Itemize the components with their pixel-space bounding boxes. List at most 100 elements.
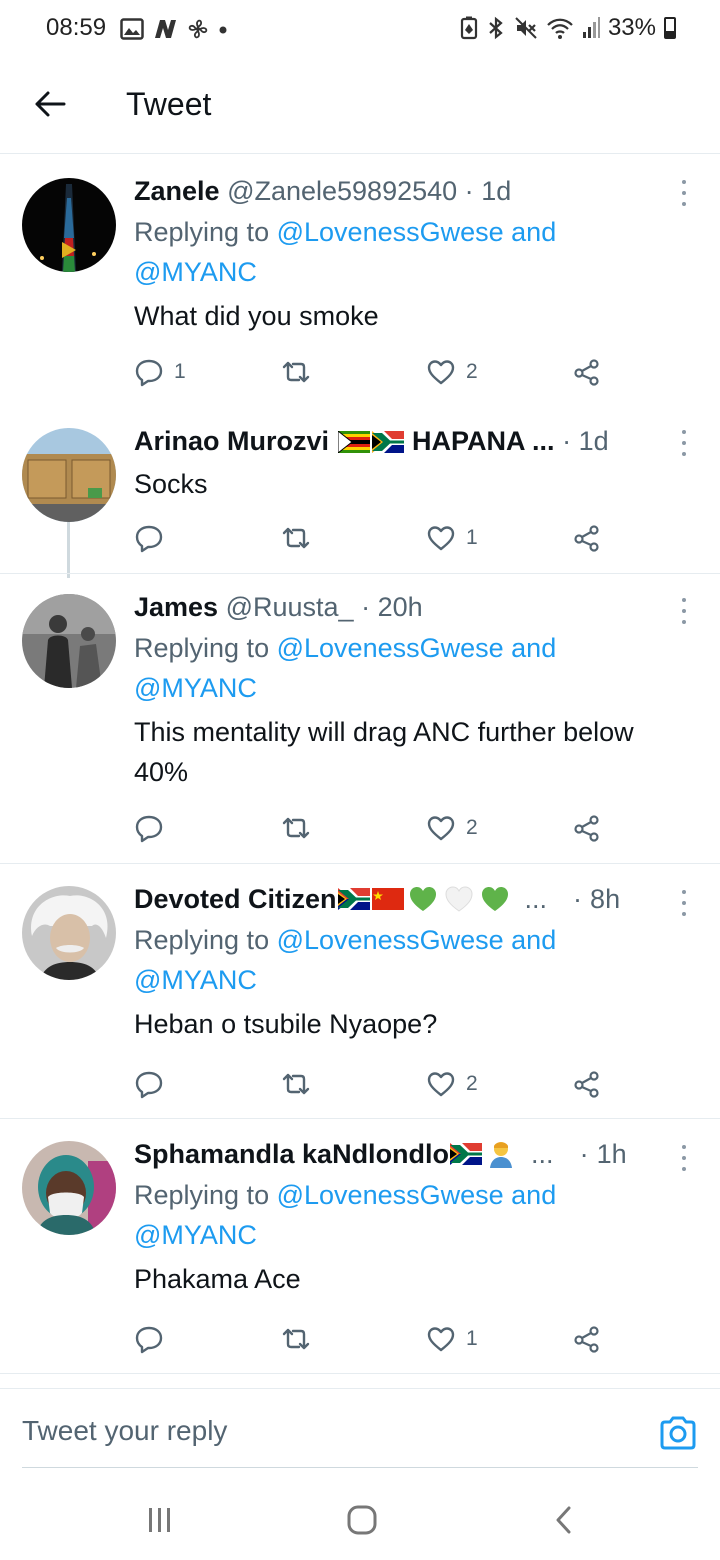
author-handle[interactable]: @Zanele59892540 bbox=[227, 176, 457, 206]
heart-icon bbox=[427, 526, 455, 551]
reply-button[interactable] bbox=[134, 1066, 174, 1102]
share-icon bbox=[574, 1326, 599, 1353]
timestamp[interactable]: 1d bbox=[481, 176, 511, 206]
retweet-button[interactable] bbox=[280, 810, 322, 846]
avatar[interactable] bbox=[22, 1141, 116, 1235]
author-handle[interactable]: @Ruusta_ bbox=[226, 592, 354, 622]
share-button[interactable] bbox=[572, 810, 602, 846]
tweet-actions: 1 bbox=[134, 1321, 614, 1357]
more-options-button[interactable] bbox=[676, 1143, 692, 1173]
timestamp[interactable]: 8h bbox=[590, 882, 620, 916]
tweet-devoted-citizen[interactable]: Devoted Citizen ... · 8h Replying to @Lo… bbox=[0, 864, 720, 1119]
author-name[interactable]: Arinao Murozvi bbox=[134, 426, 329, 456]
mention-link[interactable]: @MYANC bbox=[134, 257, 257, 287]
system-back-button[interactable] bbox=[534, 1500, 594, 1540]
replying-to: Replying to @LovenessGwese and @MYANC bbox=[134, 633, 557, 703]
like-count: 1 bbox=[466, 526, 478, 549]
reply-count: 1 bbox=[174, 360, 186, 383]
reply-button[interactable] bbox=[134, 810, 174, 846]
share-button[interactable] bbox=[572, 1066, 602, 1102]
battery-percent: 33% bbox=[607, 14, 656, 41]
zimbabwe-flag-icon bbox=[337, 431, 370, 453]
tweet-actions: 1 bbox=[134, 520, 614, 556]
retweet-icon bbox=[282, 817, 310, 839]
home-button[interactable] bbox=[332, 1500, 392, 1540]
mention-link[interactable]: @LovenessGwese bbox=[277, 925, 504, 955]
camera-button[interactable] bbox=[658, 1413, 698, 1453]
like-count: 2 bbox=[466, 816, 478, 839]
reply-input[interactable] bbox=[22, 1411, 632, 1451]
timestamp[interactable]: 1d bbox=[579, 426, 609, 456]
share-icon bbox=[574, 359, 599, 386]
like-button[interactable]: 1 bbox=[426, 1321, 478, 1357]
like-button[interactable]: 2 bbox=[426, 1066, 478, 1102]
like-button[interactable]: 2 bbox=[426, 354, 478, 390]
dot-icon bbox=[219, 26, 227, 34]
share-icon bbox=[574, 1071, 599, 1098]
south-africa-flag-icon bbox=[337, 888, 370, 910]
avatar[interactable] bbox=[22, 886, 116, 980]
mention-link[interactable]: @MYANC bbox=[134, 1220, 257, 1250]
tweet-text: Socks bbox=[134, 469, 208, 499]
avatar[interactable] bbox=[22, 594, 116, 688]
share-icon bbox=[574, 525, 599, 552]
share-button[interactable] bbox=[572, 520, 602, 556]
retweet-icon bbox=[282, 361, 310, 383]
reply-button[interactable] bbox=[134, 520, 174, 556]
mention-link[interactable]: @LovenessGwese bbox=[277, 633, 504, 663]
author-name-suffix[interactable]: HAPANA ... bbox=[412, 426, 555, 456]
reply-icon bbox=[135, 1071, 163, 1099]
share-icon bbox=[574, 815, 599, 842]
avatar[interactable] bbox=[22, 428, 116, 522]
tweet-actions: 1 2 bbox=[134, 354, 614, 390]
tweet-james[interactable]: James @Ruusta_ · 20h Replying to @Lovene… bbox=[0, 574, 720, 864]
tweet-actions: 2 bbox=[134, 810, 614, 846]
heart-icon bbox=[427, 1072, 455, 1097]
reply-composer bbox=[0, 1388, 720, 1470]
reply-icon bbox=[135, 1326, 163, 1354]
back-button[interactable] bbox=[28, 82, 72, 126]
mention-link[interactable]: @MYANC bbox=[134, 673, 257, 703]
timestamp[interactable]: 1h bbox=[597, 1137, 627, 1171]
like-button[interactable]: 1 bbox=[426, 520, 478, 556]
share-button[interactable] bbox=[572, 354, 602, 390]
timestamp[interactable]: 20h bbox=[378, 592, 423, 622]
share-button[interactable] bbox=[572, 1321, 602, 1357]
camera-icon bbox=[660, 1416, 696, 1450]
more-options-button[interactable] bbox=[676, 428, 692, 458]
tweet-arinao[interactable]: Arinao Murozvi HAPANA ... · 1d Socks 1 bbox=[0, 404, 720, 574]
separator-dot: · bbox=[464, 176, 474, 206]
retweet-button[interactable] bbox=[280, 354, 322, 390]
tweet-sphamandla[interactable]: Sphamandla kaNdlondlo ... · 1h Replying … bbox=[0, 1119, 720, 1374]
retweet-button[interactable] bbox=[280, 1066, 322, 1102]
person-emoji-icon bbox=[490, 1142, 513, 1168]
recents-icon bbox=[149, 1508, 170, 1532]
mention-link[interactable]: @MYANC bbox=[134, 965, 257, 995]
more-options-button[interactable] bbox=[676, 596, 692, 626]
like-button[interactable]: 2 bbox=[426, 810, 478, 846]
more-options-button[interactable] bbox=[676, 888, 692, 918]
reply-button[interactable] bbox=[134, 1321, 174, 1357]
tweet-zanele[interactable]: Zanele @Zanele59892540 · 1d Replying to … bbox=[0, 154, 720, 404]
reply-button[interactable]: 1 bbox=[134, 354, 186, 390]
avatar[interactable] bbox=[22, 178, 116, 272]
mention-link[interactable]: @LovenessGwese bbox=[277, 1180, 504, 1210]
more-options-button[interactable] bbox=[676, 178, 692, 208]
retweet-button[interactable] bbox=[280, 1321, 322, 1357]
author-name[interactable]: Devoted Citizen bbox=[134, 882, 337, 916]
mention-link[interactable]: @LovenessGwese bbox=[277, 217, 504, 247]
author-name[interactable]: Zanele bbox=[134, 176, 220, 206]
author-name[interactable]: James bbox=[134, 592, 218, 622]
china-flag-icon bbox=[371, 888, 404, 910]
tweet-actions: 2 bbox=[134, 1066, 614, 1102]
signal-icon bbox=[582, 17, 600, 38]
author-name[interactable]: Sphamandla kaNdlondlo bbox=[134, 1137, 449, 1171]
status-time: 08:59 bbox=[46, 14, 107, 41]
reply-thread: Zanele @Zanele59892540 · 1d Replying to … bbox=[0, 154, 720, 1374]
retweet-button[interactable] bbox=[280, 520, 322, 556]
page-title: Tweet bbox=[126, 86, 212, 122]
like-count: 2 bbox=[466, 1072, 478, 1095]
bluetooth-icon bbox=[489, 16, 503, 40]
recents-button[interactable] bbox=[130, 1500, 190, 1540]
arrow-left-icon bbox=[35, 91, 66, 117]
